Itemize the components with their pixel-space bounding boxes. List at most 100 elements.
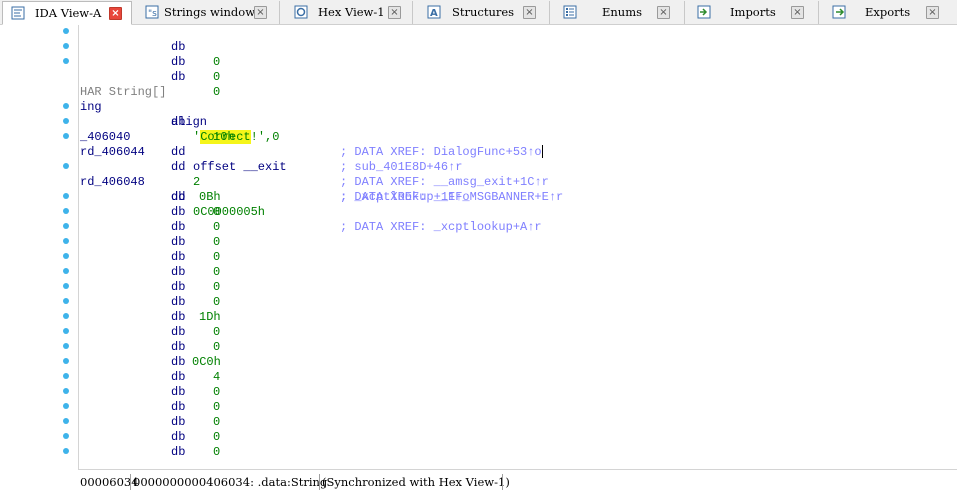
breakpoint-dot-icon[interactable] (63, 193, 69, 199)
listing-line[interactable]: ; _xcptlookup+11↑o (80, 175, 470, 204)
tab-label: IDA View-A (35, 6, 102, 20)
operand: 0 (213, 265, 221, 279)
status-bar: 00006034 0000000000406034: .data:String … (78, 469, 957, 494)
tab-label: Hex View-1 (318, 5, 385, 19)
mnemonic: db (171, 280, 186, 294)
listing-line[interactable]: HAR String[] (80, 70, 166, 99)
mnemonic: db (171, 340, 186, 354)
breakpoint-dot-icon[interactable] (63, 358, 69, 364)
breakpoint-dot-icon[interactable] (63, 223, 69, 229)
breakpoint-dot-icon[interactable] (63, 103, 69, 109)
structures-icon: A (427, 5, 441, 19)
listing-line[interactable]: db 0 (80, 40, 220, 84)
hex-view-icon (294, 5, 308, 19)
operand: 2 (193, 175, 201, 189)
imports-icon (697, 5, 711, 19)
mnemonic: dd (171, 160, 186, 174)
operand: 0 (213, 235, 221, 249)
strings-window-icon: "s (145, 5, 159, 19)
breakpoint-dot-icon[interactable] (63, 238, 69, 244)
close-icon[interactable]: × (388, 6, 401, 19)
mnemonic: db (171, 220, 186, 234)
mnemonic: db (171, 40, 186, 54)
operand: 0C0000005h (193, 205, 266, 219)
breakpoint-dot-icon[interactable] (63, 208, 69, 214)
tab-label: Imports (730, 5, 776, 19)
arrows-gutter[interactable] (0, 25, 78, 469)
tab-ida-view-a[interactable]: IDA View-A × (2, 1, 132, 25)
breakpoint-dot-icon[interactable] (63, 58, 69, 64)
breakpoint-dot-icon[interactable] (63, 163, 69, 169)
breakpoint-dot-icon[interactable] (63, 28, 69, 34)
exports-icon (832, 5, 846, 19)
disassembly-listing[interactable]: db 0 db 0 db 0 HAR String[] ing db 'Corr… (80, 25, 957, 469)
mnemonic: db (171, 325, 186, 339)
breakpoint-dot-icon[interactable] (63, 133, 69, 139)
operand: 0 (213, 415, 221, 429)
breakpoint-dot-icon[interactable] (63, 388, 69, 394)
mnemonic: db (171, 370, 186, 384)
tab-exports[interactable]: Exports × (822, 1, 957, 24)
operand: 0 (213, 325, 221, 339)
xref-comment: ; DATA XREF: __amsg_exit+1C↑r (340, 175, 549, 189)
status-sync: (Synchronized with Hex View-1) (322, 475, 510, 489)
mnemonic: db (171, 70, 186, 84)
close-icon[interactable]: × (926, 6, 939, 19)
breakpoint-dot-icon[interactable] (63, 418, 69, 424)
tab-strings-window[interactable]: "s Strings window × (137, 1, 280, 24)
close-icon[interactable]: × (109, 7, 122, 20)
breakpoint-dot-icon[interactable] (63, 403, 69, 409)
xref-comment: ; DATA XREF: _xcptlookup+A↑r (340, 220, 542, 234)
breakpoint-dot-icon[interactable] (63, 373, 69, 379)
tab-structures[interactable]: A Structures × (415, 1, 550, 24)
mnemonic: db (171, 445, 186, 459)
close-icon[interactable]: × (254, 6, 267, 19)
listing-line[interactable]: ; sub_401E8D+46↑r (80, 145, 462, 174)
operand: 'Correct!',0 (193, 130, 279, 145)
operand: 0 (213, 55, 221, 69)
operand: 0Bh (199, 190, 221, 204)
breakpoint-dot-icon[interactable] (63, 253, 69, 259)
mnemonic: db (171, 250, 186, 264)
breakpoint-dot-icon[interactable] (63, 283, 69, 289)
status-separator (130, 474, 131, 490)
breakpoint-dot-icon[interactable] (63, 433, 69, 439)
operand: 0C0h (192, 355, 221, 369)
svg-text:"s: "s (148, 9, 157, 19)
close-icon[interactable]: × (657, 6, 670, 19)
breakpoint-dot-icon[interactable] (63, 313, 69, 319)
breakpoint-dot-icon[interactable] (63, 448, 69, 454)
breakpoint-dot-icon[interactable] (63, 328, 69, 334)
tab-label: Enums (602, 5, 643, 19)
tab-imports[interactable]: Imports × (687, 1, 819, 24)
close-icon[interactable]: × (523, 6, 536, 19)
xref-comment: ; sub_401E8D+46↑r (340, 160, 463, 174)
operand: 0 (213, 430, 221, 444)
mnemonic: dd (171, 145, 186, 159)
listing-line[interactable]: rd_406048 dd 0C0000005h ; DATA XREF: _xc… (80, 160, 542, 234)
listing-line[interactable]: rd_406044 dd 2 ; DATA XREF: __FF_MSGBANN… (80, 130, 563, 204)
listing-line[interactable]: _406040 dd offset __exit ; DATA XREF: __… (80, 115, 549, 189)
breakpoint-dot-icon[interactable] (63, 343, 69, 349)
tab-hex-view-1[interactable]: Hex View-1 × (282, 1, 413, 24)
mnemonic: db (171, 400, 186, 414)
close-icon[interactable]: × (791, 6, 804, 19)
svg-text:A: A (430, 8, 438, 19)
mnemonic: db (171, 355, 186, 369)
breakpoint-dot-icon[interactable] (63, 268, 69, 274)
mnemonic: db (171, 310, 186, 324)
breakpoint-dot-icon[interactable] (63, 43, 69, 49)
operand: 0 (213, 85, 221, 99)
listing-line[interactable]: align 10h (80, 100, 235, 144)
mnemonic: db (171, 205, 186, 219)
listing-line[interactable]: db 0 (80, 25, 220, 69)
breakpoint-dot-icon[interactable] (63, 298, 69, 304)
mnemonic: db (171, 430, 186, 444)
listing-line-selected[interactable]: ing db 'Correct!',0 ; DATA XREF: DialogF… (80, 85, 543, 159)
operand: 4 (213, 370, 221, 384)
breakpoint-dot-icon[interactable] (63, 118, 69, 124)
operand: 1Dh (199, 310, 221, 324)
operand: 0 (213, 280, 221, 294)
listing-line[interactable]: db 0 (80, 55, 220, 99)
tab-enums[interactable]: Enums × (553, 1, 685, 24)
